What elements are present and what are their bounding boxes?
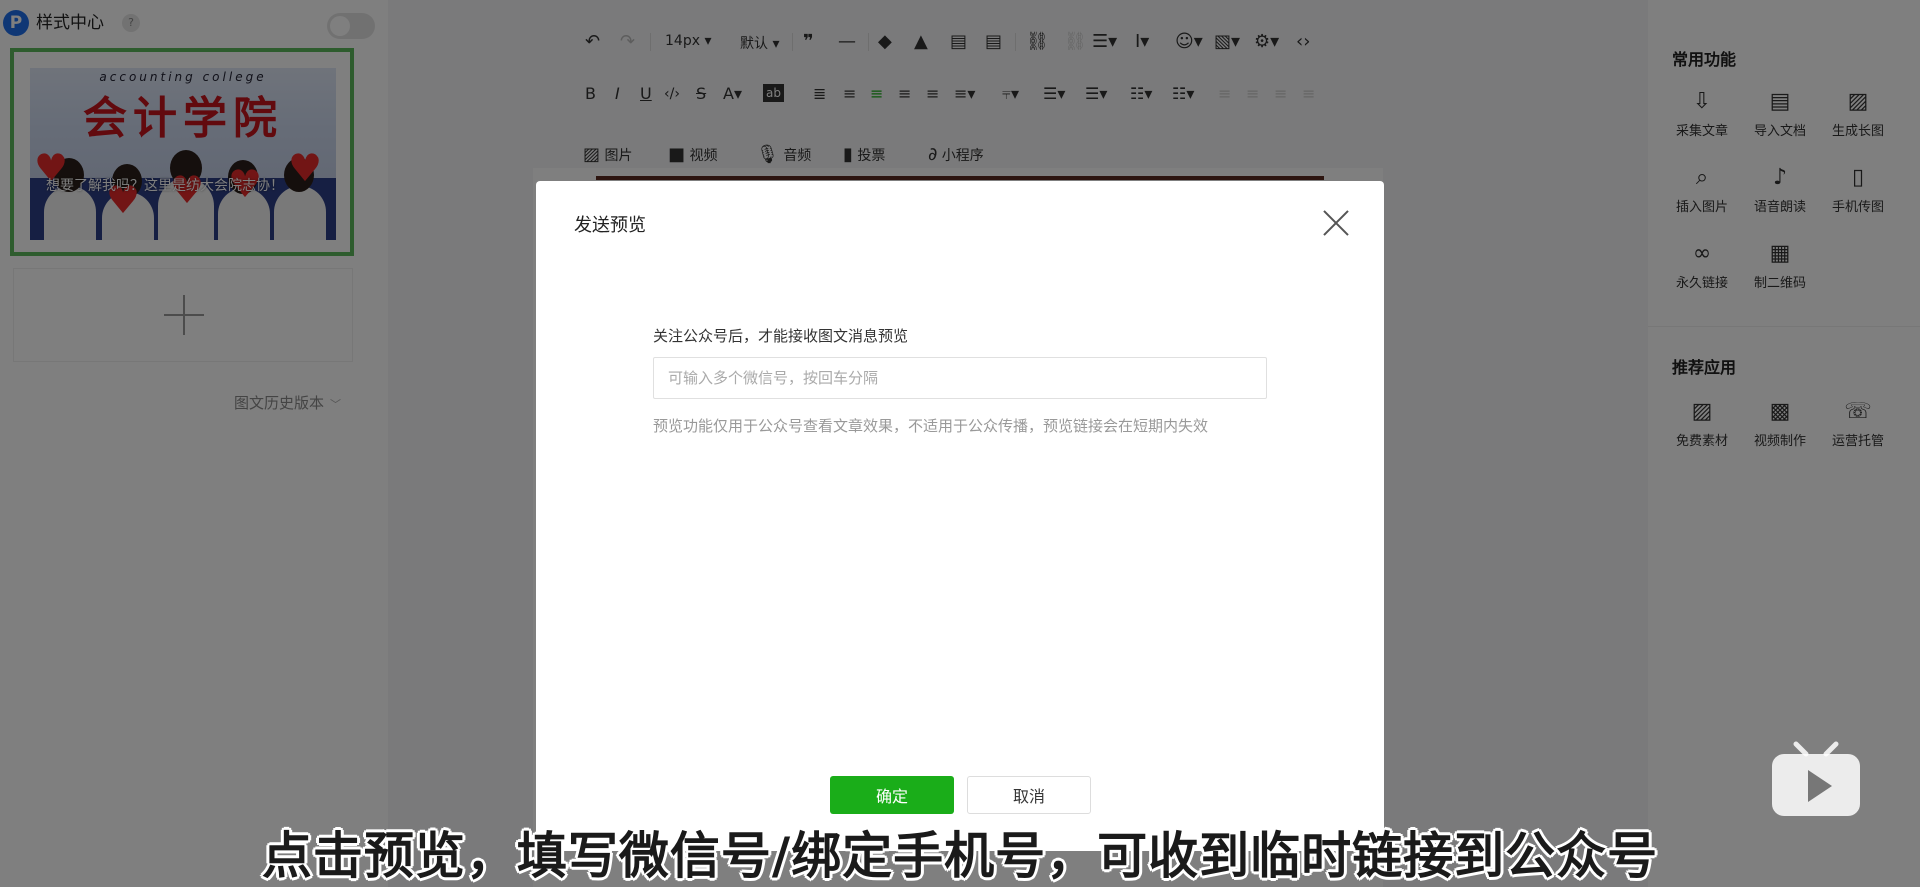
play-watermark-icon — [1772, 741, 1860, 816]
cancel-button[interactable]: 取消 — [967, 776, 1091, 814]
wechat-id-input[interactable] — [653, 357, 1267, 399]
close-icon[interactable] — [1322, 209, 1350, 237]
preview-instruction: 关注公众号后，才能接收图文消息预览 — [653, 327, 909, 345]
confirm-button[interactable]: 确定 — [830, 776, 954, 814]
send-preview-dialog: 发送预览 关注公众号后，才能接收图文消息预览 预览功能仅用于公众号查看文章效果，… — [536, 181, 1384, 851]
preview-note: 预览功能仅用于公众号查看文章效果，不适用于公众传播，预览链接会在短期内失效 — [653, 417, 1209, 435]
dialog-title: 发送预览 — [574, 215, 646, 236]
video-subtitle: 点击预览，填写微信号/绑定手机号，可收到临时链接到公众号 — [261, 827, 1659, 885]
